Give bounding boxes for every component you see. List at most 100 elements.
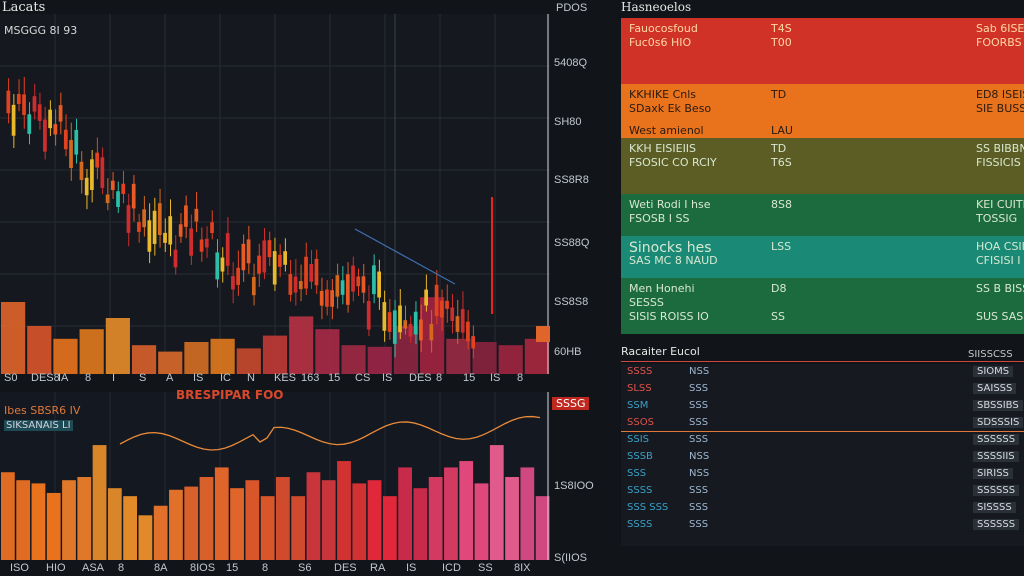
orderbook-spread-line [621,431,1024,432]
volume-bar [236,348,261,374]
heatmap-cell-left1: Men Honehi [629,282,695,295]
price-x-tick: S [139,372,147,384]
heatmap-cell-right1: Sab 6ISE [976,22,1024,35]
candle [267,240,272,258]
oscillator-x-tick: IS [406,562,417,574]
candle [178,224,183,237]
orderbook-price: SSSS [627,485,653,496]
orderbook-row[interactable]: SSSS SSS SSSSSS [621,519,1024,541]
orderbook-price: SLSS [627,383,652,394]
volume-bar [210,338,235,374]
heatmap-row[interactable]: Fauocosfoud Fuc0s6 HIO T4S T00 Sab 6ISE FOORB… [621,18,1024,84]
oscillator-bar [31,483,46,560]
heatmap-row[interactable]: KKHIKE Cnls SDaxk Ek Beso TD ED8 ISEIS SIE B… [621,84,1024,120]
oscillator-bar [398,467,412,560]
candle [356,276,361,287]
price-x-tick: S0 [4,372,18,384]
candle [241,243,246,271]
orderbook-size: SSS [689,502,709,513]
orderbook-price: SSS SSS [627,502,669,513]
oscillator-bar [1,472,15,560]
oscillator-x-tick: 8IX [514,562,531,574]
volume-bar [315,329,340,374]
heatmap-cell-left1: Fauocosfoud [629,22,698,35]
oscillator-bar [382,496,397,560]
app-title: Lacats [2,0,46,15]
candle [351,265,355,292]
candle [69,140,73,168]
candle [43,119,47,152]
oscillator-x-tick: 8 [118,562,125,574]
candle [288,274,293,295]
candle [231,275,235,290]
candle [434,284,439,317]
heatmap-cell-right1: KEI CUITI [976,198,1024,211]
heatmap-cell-mid: 8S8 [771,198,792,211]
oscillator-panel[interactable] [0,392,550,560]
candle [335,275,340,297]
oscillator-bar [474,483,489,560]
heatmap-cell-left2: SDaxk Ek Beso [629,102,712,115]
heatmap-row[interactable]: KKH EISIEIISFSOSIC CO RCIY TDT6S SS BIBBNS… [621,138,1024,194]
oscillator-y-tick: S(IIOS [554,552,588,564]
oscillator-bar [276,477,290,560]
candle [283,251,287,265]
candle [398,305,402,333]
oscillator-bar [337,461,351,560]
oscillator-title: BRESPIPAR FOO [176,388,284,402]
heatmap-row[interactable]: West amienol LAU [621,120,1024,138]
oscillator-bar [459,461,474,560]
oscillator-bar [153,505,168,560]
price-x-tick: DES [409,372,432,384]
candle [79,161,84,180]
oscillator-bar [444,467,458,560]
candle [53,124,58,135]
candle [319,290,324,306]
oscillator-bar [291,496,306,560]
heatmap-cell-left2: SAS MC 8 NAUD [629,254,718,267]
price-y-tick: SS8R8 [554,174,589,186]
price-chart[interactable] [0,14,550,374]
candle [58,105,63,122]
price-x-tick: DES8 [31,372,60,384]
heatmap-row[interactable]: Weti Rodi I hse FSOSB I SS 8S8 KEI CUITI TOS… [621,194,1024,236]
heatmap-cell-left1: KKHIKE Cnls [629,88,697,101]
price-x-tick: 163 [301,372,320,384]
candle [445,300,449,309]
candle [157,203,162,236]
candle [105,194,110,204]
volume-bar [1,302,26,374]
price-x-axis: S0 DES8 IA 8 I S A IS IC N KES 163 15 CS IS DES 8 15 IS 8 [0,372,550,388]
oscillator-chart[interactable] [0,392,550,560]
oscillator-x-tick: SS [478,562,493,574]
candle [189,228,193,256]
heatmap-row[interactable]: SISIS ROISS IO SS SUS SASS [621,306,1024,334]
orderbook-panel[interactable]: SSSS NSS SIOMS SLSS SSS SAISSS SSM SSS SBSSIBS SS… [621,364,1024,546]
price-y-tick: SS8S8 [554,296,589,308]
price-y-tick: 60HB [554,346,582,358]
candle [466,321,470,342]
candle [251,277,256,296]
orderbook-right-title: SIISSCSS [968,349,1013,360]
heatmap-cell-mid: TD [771,88,787,101]
candle [460,309,465,333]
price-x-tick: KES [274,372,297,384]
candle [210,222,214,234]
candle [293,276,298,293]
candle [84,177,89,196]
candle [382,302,387,331]
candle [142,209,146,228]
orderbook-size: SSS [689,485,709,496]
oscillator-bar [138,515,153,560]
candle [419,319,423,341]
candle [413,311,418,335]
candle [304,256,308,289]
volume-bar [498,345,523,374]
heatmap-cell-left2: Fuc0s6 HIO [629,36,692,49]
oscillator-bar [46,492,61,560]
price-chart-panel[interactable] [0,14,550,374]
candle [392,310,397,344]
oscillator-x-tick: HIO [46,562,66,574]
heatmap-row[interactable]: Sinocks hes SAS MC 8 NAUD LSS HOA CSII CFISI… [621,236,1024,278]
heatmap-row[interactable]: Men HonehiSESSSD8SS B BISSI [621,278,1024,309]
